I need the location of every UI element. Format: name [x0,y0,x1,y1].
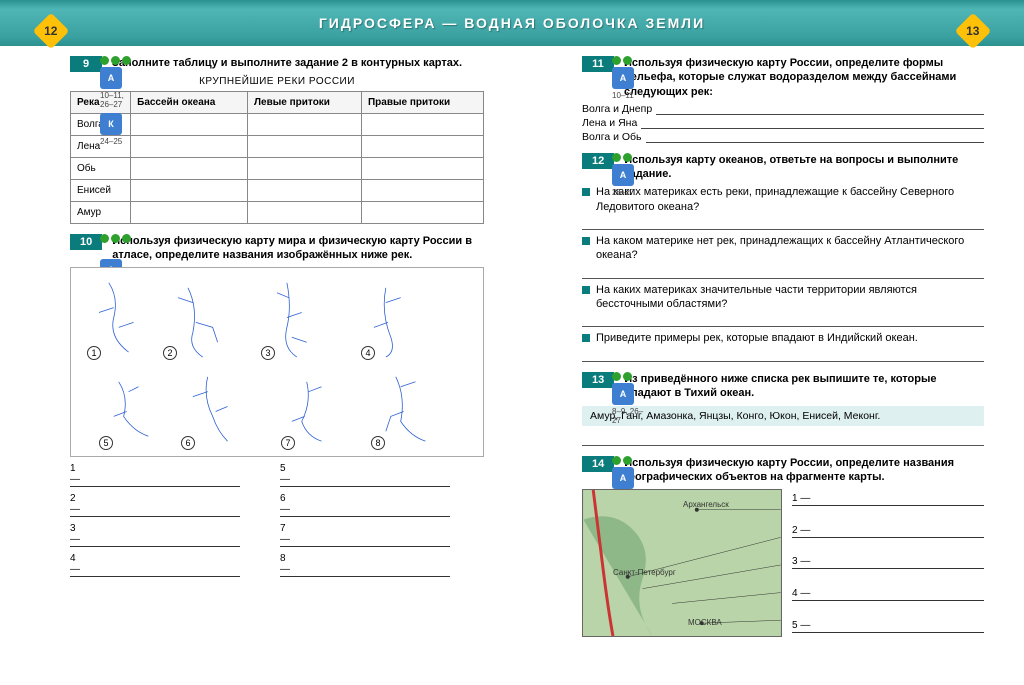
river-label-5: 5 [99,436,113,450]
task-number-12: 12 [582,153,614,169]
task-14-text: Используя физическую карту России, опред… [624,456,984,485]
difficulty-dots [100,56,134,65]
q12-4: Приведите примеры рек, которые впадают в… [596,331,918,345]
atlas-icon: A [612,164,634,186]
atlas-ref: 10–11, 26–27 [100,91,134,109]
river-label-2: 2 [163,346,177,360]
task-10-text: Используя физическую карту мира и физиче… [112,234,484,263]
q12-1: На каких материках есть реки, принадлежа… [596,185,984,214]
river-label-1: 1 [87,346,101,360]
header-title: ГИДРОСФЕРА — ВОДНАЯ ОБОЛОЧКА ЗЕМЛИ [319,15,705,31]
answer-blanks: 1 — 2 — 3 — 4 — 5 — 6 — 7 — 8 — [70,463,484,583]
difficulty-dots [100,234,134,243]
row-river: Амур [71,202,131,224]
river-label-6: 6 [181,436,195,450]
task-11-text: Используя физическую карту России, опред… [624,56,984,99]
header-band: ГИДРОСФЕРА — ВОДНАЯ ОБОЛОЧКА ЗЕМЛИ [0,0,1024,46]
atlas-ref: 10–11 [612,91,646,100]
task-number-13: 13 [582,372,614,388]
th-basin: Бассейн океана [131,92,248,114]
row-river: Обь [71,158,131,180]
atlas-icon: A [612,67,634,89]
contour-ref: 24–25 [100,137,134,146]
atlas-icon: A [612,467,634,489]
task-9-text: Заполните таблицу и выполните задание 2 … [112,56,484,70]
task-number-10: 10 [70,234,102,250]
task-number-11: 11 [582,56,614,72]
difficulty-dots [612,456,646,465]
task-13-text: Из приведённого ниже списка рек выпишите… [624,372,984,401]
page-right: A 10–11 11 Используя физическую карту Ро… [512,0,1024,685]
q12-2: На каком материке нет рек, принадлежащих… [596,234,984,263]
river-label-4: 4 [361,346,375,360]
difficulty-dots [612,372,646,381]
river-label-8: 8 [371,436,385,450]
map-answer-lines: 1 — 2 — 3 — 4 — 5 — [792,489,984,637]
contour-icon: К [100,113,122,135]
city-label: МОСКВА [688,618,722,627]
bullet-icon [582,334,590,342]
city-label: Архангельск [683,500,729,509]
city-label: Санкт-Петербург [613,568,676,577]
task-12-text: Используя карту океанов, ответьте на воп… [624,153,984,182]
difficulty-dots [612,56,646,65]
row-river: Енисей [71,180,131,202]
map-svg [583,490,781,636]
map-fragment: Архангельск Санкт-Петербург МОСКВА [582,489,782,637]
th-right: Правые притоки [361,92,483,114]
river-label-7: 7 [281,436,295,450]
river-outlines-map: 1 2 3 4 5 6 7 8 [70,267,484,457]
task-number-14: 14 [582,456,614,472]
page-left: A 10–11, 26–27 К 24–25 9 Заполните табли… [0,0,512,685]
th-left: Левые притоки [248,92,362,114]
bullet-icon [582,188,590,196]
atlas-ref: 26–27 [612,188,646,197]
q12-3: На каких материках значительные части те… [596,283,984,312]
atlas-icon: A [100,67,122,89]
river-label-3: 3 [261,346,275,360]
atlas-icon: A [612,383,634,405]
rivers-svg [71,268,483,456]
difficulty-dots [612,153,646,162]
atlas-ref: 8–9, 26–27 [612,407,646,425]
task-number-9: 9 [70,56,102,72]
bullet-icon [582,237,590,245]
bullet-icon [582,286,590,294]
